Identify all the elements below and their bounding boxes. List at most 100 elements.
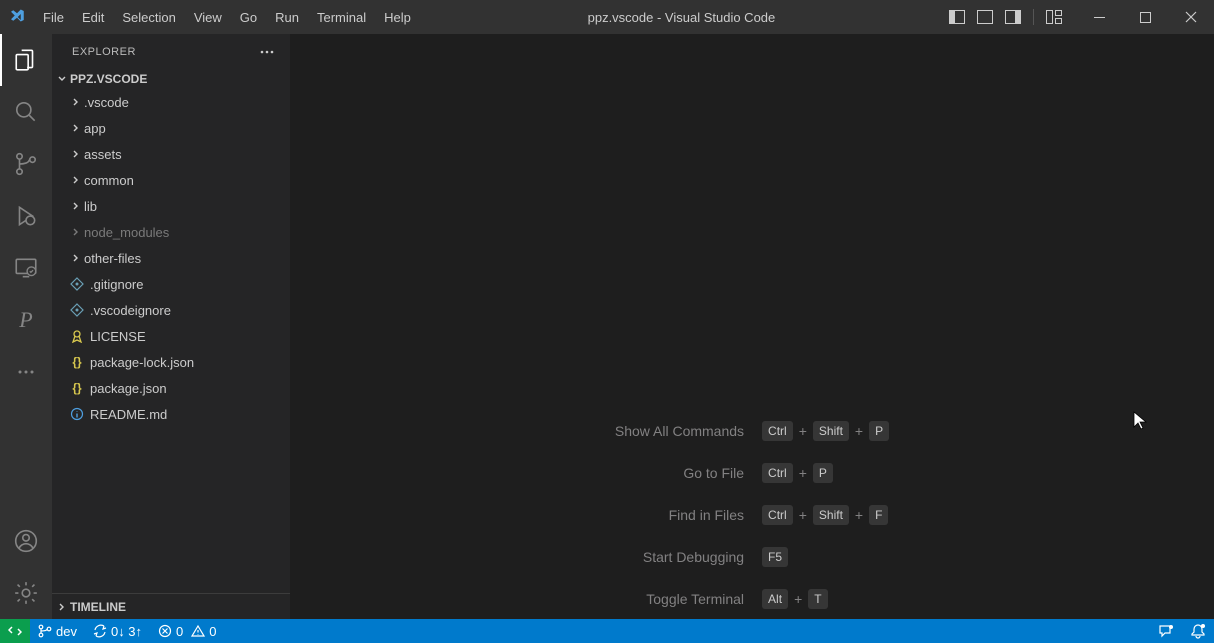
plus-separator: + [794, 591, 802, 607]
folder-common[interactable]: common [52, 167, 290, 193]
tree-label: assets [84, 147, 122, 162]
activity-explorer[interactable] [0, 34, 52, 86]
activity-accounts[interactable] [0, 515, 52, 567]
keycap: Shift [813, 505, 849, 525]
layout-separator [1033, 9, 1034, 25]
toggle-primary-sidebar-button[interactable] [943, 0, 971, 34]
hint-label: Start Debugging [615, 549, 744, 565]
editor-area: Show All Commands Ctrl + Shift + P Go to File C… [290, 34, 1214, 619]
menu-terminal[interactable]: Terminal [308, 0, 375, 34]
menu-help[interactable]: Help [375, 0, 420, 34]
status-feedback[interactable] [1150, 619, 1182, 643]
json-icon: {} [68, 353, 86, 371]
hint-label: Toggle Terminal [615, 591, 744, 607]
chevron-right-icon [68, 224, 84, 240]
menu-run[interactable]: Run [266, 0, 308, 34]
timeline-label: TIMELINE [70, 600, 126, 614]
toggle-panel-button[interactable] [971, 0, 999, 34]
file-package-lock-json[interactable]: {} package-lock.json [52, 349, 290, 375]
tree-label: .vscodeignore [90, 303, 171, 318]
file--vscodeignore[interactable]: .vscodeignore [52, 297, 290, 323]
status-problems[interactable]: 0 0 [150, 619, 224, 643]
folder-lib[interactable]: lib [52, 193, 290, 219]
tree-label: README.md [90, 407, 167, 422]
json-icon: {} [68, 379, 86, 397]
plus-separator: + [799, 465, 807, 481]
status-sync[interactable]: 0↓ 3↑ [85, 619, 150, 643]
plus-separator: + [855, 507, 863, 523]
activity-run-debug[interactable] [0, 190, 52, 242]
menu-go[interactable]: Go [231, 0, 266, 34]
plus-separator: + [855, 423, 863, 439]
folder-app[interactable]: app [52, 115, 290, 141]
git-icon [68, 301, 86, 319]
hint-keybind: Ctrl+P [762, 463, 889, 483]
tree-label: other-files [84, 251, 141, 266]
folder-assets[interactable]: assets [52, 141, 290, 167]
mouse-cursor-icon [1133, 411, 1147, 431]
activity-remote-explorer[interactable] [0, 242, 52, 294]
tree-label: package-lock.json [90, 355, 194, 370]
customize-layout-button[interactable] [1040, 0, 1068, 34]
tree-label: .gitignore [90, 277, 143, 292]
project-root[interactable]: PPZ.VSCODE [52, 69, 290, 89]
keycap: F5 [762, 547, 788, 567]
hint-label: Go to File [615, 465, 744, 481]
menu-file[interactable]: File [34, 0, 73, 34]
chevron-right-icon [68, 94, 84, 110]
activity-search[interactable] [0, 86, 52, 138]
minimize-button[interactable] [1076, 0, 1122, 34]
status-bar: dev 0↓ 3↑ 0 0 [0, 619, 1214, 643]
chevron-down-icon [54, 71, 70, 87]
activity-overflow[interactable] [0, 346, 52, 398]
file-package-json[interactable]: {} package.json [52, 375, 290, 401]
keycap: Ctrl [762, 463, 793, 483]
file-tree: .vscode app assets commonlib node_modulesoth… [52, 89, 290, 593]
folder-node_modules[interactable]: node_modules [52, 219, 290, 245]
menu-selection[interactable]: Selection [113, 0, 184, 34]
titlebar: File Edit Selection View Go Run Terminal… [0, 0, 1214, 34]
window-controls [1076, 0, 1214, 34]
keycap: Ctrl [762, 421, 793, 441]
tree-label: .vscode [84, 95, 129, 110]
hint-keybind: Alt+T [762, 589, 889, 609]
tree-label: package.json [90, 381, 167, 396]
keycap: P [869, 421, 889, 441]
keycap: Alt [762, 589, 788, 609]
explorer-header: EXPLORER [52, 34, 290, 69]
folder-other-files[interactable]: other-files [52, 245, 290, 271]
status-branch[interactable]: dev [30, 619, 85, 643]
explorer-more-button[interactable] [254, 39, 280, 65]
keycap: Shift [813, 421, 849, 441]
git-icon [68, 275, 86, 293]
close-button[interactable] [1168, 0, 1214, 34]
chevron-right-icon [68, 172, 84, 188]
menu-bar: File Edit Selection View Go Run Terminal… [34, 0, 420, 34]
welcome-hints: Show All Commands Ctrl + Shift + P Go to File C… [615, 421, 889, 609]
file-LICENSE[interactable]: LICENSE [52, 323, 290, 349]
activity-extension-p[interactable]: P [0, 294, 52, 346]
toggle-secondary-sidebar-button[interactable] [999, 0, 1027, 34]
status-notifications[interactable] [1182, 619, 1214, 643]
file--gitignore[interactable]: .gitignore [52, 271, 290, 297]
folder--vscode[interactable]: .vscode [52, 89, 290, 115]
hint-keybind: Ctrl+Shift+P [762, 421, 889, 441]
menu-view[interactable]: View [185, 0, 231, 34]
hint-label: Find in Files [615, 507, 744, 523]
main-area: P EXPLORER PPZ.VSCODE .vscode app assets co… [0, 34, 1214, 619]
plus-separator: + [799, 507, 807, 523]
keycap: Ctrl [762, 505, 793, 525]
status-remote[interactable] [0, 619, 30, 643]
activity-source-control[interactable] [0, 138, 52, 190]
file-README-md[interactable]: README.md [52, 401, 290, 427]
activity-settings[interactable] [0, 567, 52, 619]
tree-label: LICENSE [90, 329, 146, 344]
info-icon [68, 405, 86, 423]
tree-label: node_modules [84, 225, 169, 240]
window-title: ppz.vscode - Visual Studio Code [420, 10, 943, 25]
timeline-section[interactable]: TIMELINE [52, 593, 290, 619]
hint-keybind: F5 [762, 547, 889, 567]
maximize-button[interactable] [1122, 0, 1168, 34]
menu-edit[interactable]: Edit [73, 0, 113, 34]
hint-label: Show All Commands [615, 423, 744, 439]
